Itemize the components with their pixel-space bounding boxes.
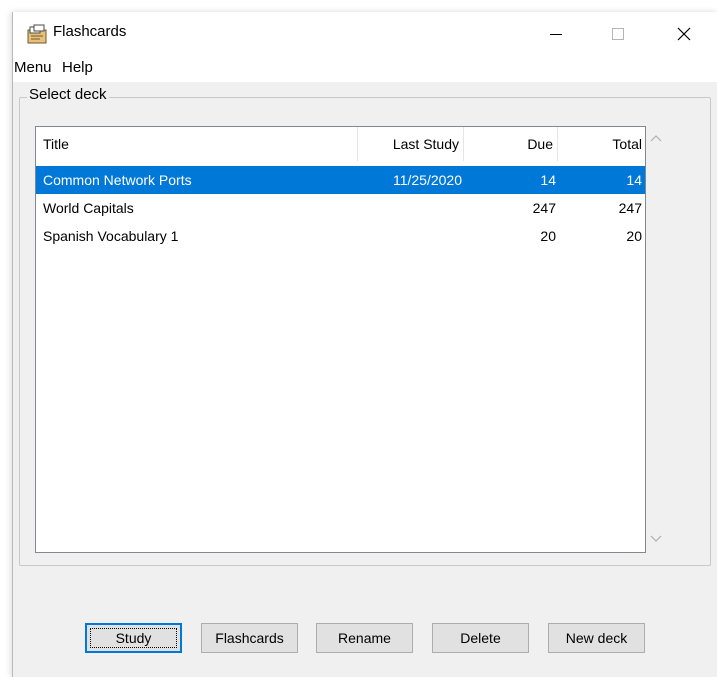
- deck-title: World Capitals: [43, 200, 134, 216]
- flashcards-button[interactable]: Flashcards: [201, 623, 298, 653]
- list-scrollbar[interactable]: [646, 126, 670, 553]
- menu-help[interactable]: Help: [62, 59, 93, 76]
- deck-total: 247: [618, 200, 642, 216]
- flashcards-deck-icon: [27, 24, 47, 44]
- deck-total: 14: [626, 172, 642, 188]
- select-deck-label: Select deck: [27, 86, 109, 103]
- close-icon: [677, 27, 691, 41]
- menu-menu[interactable]: Menu: [14, 59, 52, 76]
- list-header: Title Last Study Due Total: [36, 127, 645, 161]
- deck-last-study: [358, 194, 462, 222]
- deck-last-study: 11/25/2020: [392, 172, 462, 188]
- minimize-button[interactable]: [533, 12, 579, 56]
- delete-button-label: Delete: [460, 630, 501, 646]
- chevron-up-icon[interactable]: [650, 134, 662, 142]
- window-title: Flashcards: [53, 23, 127, 40]
- minimize-icon: [550, 34, 562, 35]
- deck-list[interactable]: Title Last Study Due Total Common Networ…: [35, 126, 646, 553]
- deck-last-study: [358, 222, 462, 250]
- maximize-button[interactable]: [595, 12, 641, 56]
- focus-ring: [90, 628, 177, 648]
- flashcards-button-label: Flashcards: [215, 630, 284, 646]
- title-bar[interactable]: Flashcards: [13, 12, 717, 56]
- column-header-due[interactable]: Due: [464, 127, 558, 161]
- chevron-down-icon[interactable]: [650, 535, 662, 543]
- new-deck-button[interactable]: New deck: [548, 623, 645, 653]
- column-header-total[interactable]: Total: [558, 127, 645, 161]
- deck-row[interactable]: Common Network Ports 11/25/2020 14 14: [36, 166, 645, 194]
- deck-due: 247: [532, 200, 556, 216]
- deck-due: 14: [540, 172, 556, 188]
- delete-button[interactable]: Delete: [432, 623, 529, 653]
- deck-row[interactable]: Spanish Vocabulary 1 20 20: [36, 222, 645, 250]
- column-header-title[interactable]: Title: [36, 127, 358, 161]
- deck-title: Common Network Ports: [43, 172, 192, 188]
- rename-button[interactable]: Rename: [316, 623, 413, 653]
- rename-button-label: Rename: [338, 630, 391, 646]
- maximize-icon: [612, 28, 624, 40]
- study-button[interactable]: Study: [85, 623, 182, 653]
- close-button[interactable]: [661, 12, 707, 56]
- new-deck-button-label: New deck: [565, 630, 628, 646]
- deck-total: 20: [626, 228, 642, 244]
- deck-row[interactable]: World Capitals 247 247: [36, 194, 645, 222]
- column-header-last-study[interactable]: Last Study: [358, 127, 464, 161]
- deck-due: 20: [540, 228, 556, 244]
- deck-title: Spanish Vocabulary 1: [43, 228, 179, 244]
- menu-bar: Menu Help: [13, 56, 717, 82]
